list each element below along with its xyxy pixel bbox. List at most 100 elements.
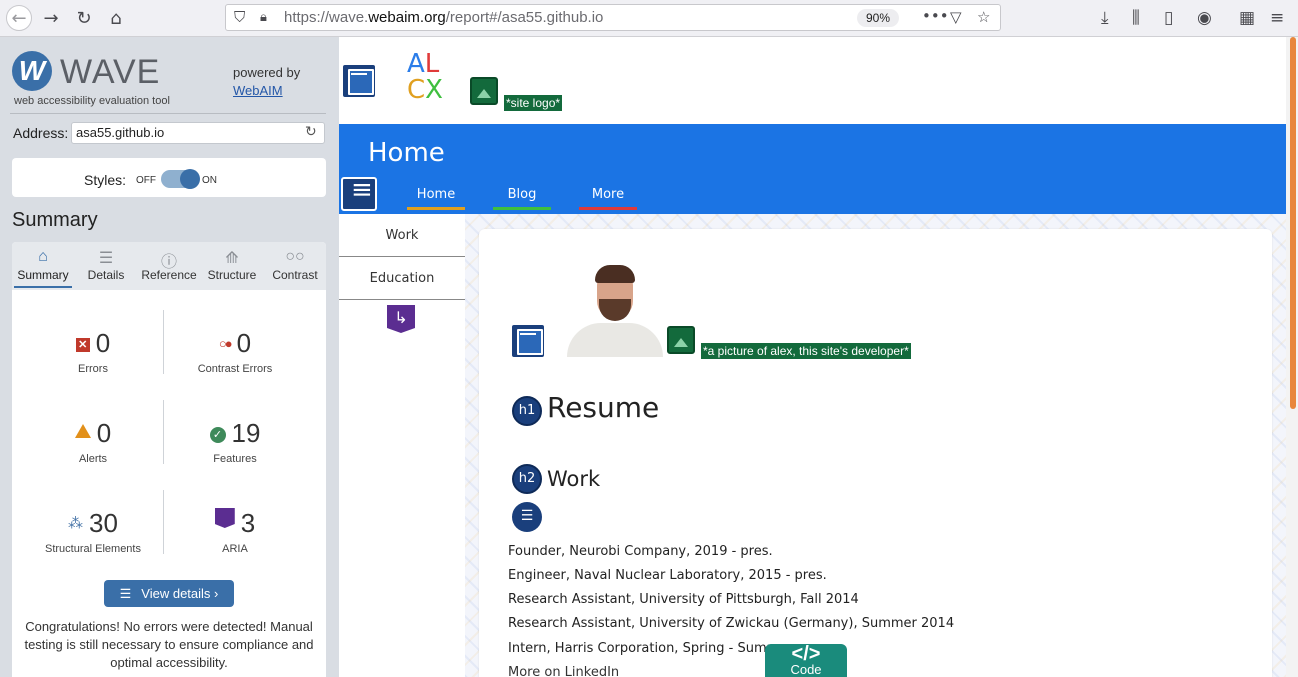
back-button[interactable]: ←	[6, 5, 32, 31]
error-icon: ✕	[75, 338, 90, 352]
url-domain: webaim.org	[368, 9, 446, 26]
work-item: Research Assistant, University of Zwicka…	[508, 616, 955, 631]
document-language-icon[interactable]	[343, 65, 375, 97]
subnav-education[interactable]: Education	[339, 257, 465, 300]
bookmark-star-icon[interactable]: ☆	[977, 8, 990, 26]
checkmark-icon: ✓	[209, 427, 226, 443]
tab-structure[interactable]: ⟰ Structure	[201, 242, 263, 290]
image-alt-icon[interactable]	[667, 326, 695, 354]
alerts-label: Alerts	[78, 453, 108, 465]
reload-button[interactable]: ↻	[71, 5, 97, 31]
view-details-label: View details ›	[141, 586, 219, 601]
view-details-button[interactable]: ☰ View details ›	[104, 580, 234, 607]
contrast-icon: ○○	[285, 248, 305, 265]
code-toggle-button[interactable]: </> Code	[765, 644, 847, 677]
errors-stat[interactable]: ✕ 0 Errors	[18, 328, 168, 375]
errors-count: 0	[95, 328, 111, 358]
contrast-errors-count: 0	[236, 328, 252, 358]
styles-toggle-box: Styles: OFF ON	[12, 158, 326, 197]
aria-stat[interactable]: 3 ARIA	[160, 508, 310, 555]
features-label: Features	[213, 453, 257, 465]
unordered-list-icon[interactable]: ☰	[512, 502, 542, 532]
shield-icon[interactable]: ⛉	[234, 8, 245, 26]
styles-toggle[interactable]	[161, 169, 200, 189]
heading-level-1-icon[interactable]: h1	[512, 396, 542, 426]
account-icon[interactable]: ◉	[1197, 8, 1212, 28]
address-bar[interactable]: ⛉ 🔒︎ https://wave.webaim.org/report#/asa…	[225, 4, 1001, 31]
subnav-work[interactable]: Work	[339, 214, 465, 257]
heading-level-2-icon[interactable]: h2	[512, 464, 542, 494]
panel-tabs: ⌂ Summary ☰ Details ⓘ Reference ⟰ Struct…	[12, 242, 326, 290]
tab-reference[interactable]: ⓘ Reference	[138, 242, 200, 290]
work-item: Founder, Neurobi Company, 2019 - pres.	[508, 544, 773, 559]
home-icon: ⌂	[38, 248, 48, 265]
toggle-knob	[180, 169, 200, 189]
site-logo-alt: *site logo*	[504, 95, 563, 111]
powered-by-label: powered by	[233, 65, 301, 80]
photo-beard	[599, 299, 631, 321]
styles-off-label: OFF	[136, 175, 156, 186]
tab-details[interactable]: ☰ Details	[75, 242, 137, 290]
tab-summary[interactable]: ⌂ Summary	[12, 242, 74, 290]
logo-letter: C	[407, 75, 426, 105]
photo-shirt	[567, 323, 663, 357]
refresh-icon[interactable]: ↻	[305, 124, 317, 140]
resume-heading: Resume	[547, 391, 660, 424]
work-heading: Work	[547, 467, 601, 491]
aria-count: 3	[240, 508, 256, 538]
url-text[interactable]: https://wave.webaim.org/report#/asa55.gi…	[284, 9, 603, 26]
list-icon: ☰	[119, 586, 132, 601]
forward-button[interactable]: →	[38, 5, 64, 31]
scrollbar-thumb[interactable]	[1290, 37, 1296, 409]
linkedin-link[interactable]: More on LinkedIn	[508, 665, 619, 677]
address-input[interactable]: asa55.github.io	[71, 122, 325, 144]
divider	[10, 113, 326, 114]
browser-toolbar: ← → ↻ ⌂ ⛉ 🔒︎ https://wave.webaim.org/rep…	[0, 0, 1298, 37]
nav-home[interactable]: Home	[407, 187, 465, 210]
alerts-stat[interactable]: 0 Alerts	[18, 418, 168, 465]
features-stat[interactable]: ✓ 19 Features	[160, 418, 310, 465]
congrats-message: Congratulations! No errors were detected…	[24, 619, 314, 670]
structural-count: 30	[89, 508, 118, 538]
home-button[interactable]: ⌂	[103, 5, 129, 31]
site-logo[interactable]: AL CX	[407, 51, 463, 103]
menu-icon[interactable]: ≡	[1270, 8, 1284, 28]
work-item: Intern, Harris Corporation, Spring - Sum…	[508, 641, 780, 656]
zoom-level[interactable]: 90%	[857, 9, 899, 27]
alert-icon	[74, 424, 91, 438]
wave-brand: WAVE	[60, 53, 161, 91]
alerts-count: 0	[96, 418, 112, 448]
extension-icon[interactable]: ▦	[1239, 8, 1255, 28]
errors-label: Errors	[78, 363, 108, 375]
styles-label: Styles:	[84, 172, 127, 188]
lock-icon[interactable]: 🔒︎	[260, 10, 267, 25]
info-icon: ⓘ	[160, 254, 177, 271]
document-language-icon[interactable]	[512, 325, 544, 357]
list-icon: ☰	[98, 250, 114, 267]
aria-icon[interactable]: ↳	[387, 305, 415, 333]
more-actions-icon[interactable]: •••	[922, 7, 949, 25]
photo-hair	[595, 265, 635, 283]
nav-more[interactable]: More	[579, 187, 637, 210]
work-item: Engineer, Naval Nuclear Laboratory, 2015…	[508, 568, 827, 583]
nav-blog[interactable]: Blog	[493, 187, 551, 210]
webaim-link[interactable]: WebAIM	[233, 83, 283, 98]
pocket-icon[interactable]: ▽	[950, 8, 962, 26]
structural-stat[interactable]: ⁂ 30 Structural Elements	[18, 508, 168, 555]
logo-letter: X	[425, 75, 443, 105]
download-icon[interactable]: ⤓	[1101, 8, 1109, 28]
sidebar-toggle-icon[interactable]: ▯	[1164, 8, 1173, 28]
styles-on-label: ON	[202, 175, 217, 186]
hierarchy-icon: ⟰	[225, 250, 239, 267]
photo-alt: *a picture of alex, this site's develope…	[701, 343, 911, 359]
resume-card: *a picture of alex, this site's develope…	[479, 229, 1272, 677]
navigation-menu-icon[interactable]	[341, 175, 377, 211]
tab-label: Structure	[207, 268, 257, 282]
library-icon[interactable]: ⫼	[1132, 8, 1140, 28]
image-alt-icon[interactable]	[470, 77, 498, 105]
tab-contrast[interactable]: ○○ Contrast	[264, 242, 326, 290]
work-item: Research Assistant, University of Pittsb…	[508, 592, 859, 607]
contrast-errors-stat[interactable]: ○● 0 Contrast Errors	[160, 328, 310, 375]
summary-panel: ⌂ Summary ☰ Details ⓘ Reference ⟰ Struct…	[12, 242, 326, 677]
aria-icon	[214, 508, 235, 528]
